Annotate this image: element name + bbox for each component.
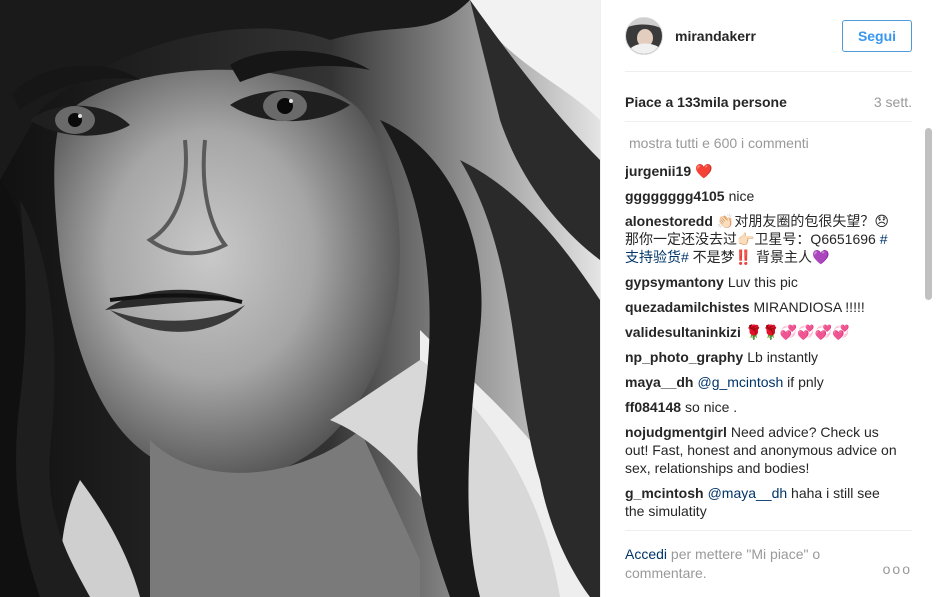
comment-item: quezadamilchistes MIRANDIOSA !!!!! — [625, 294, 916, 319]
post-photo[interactable] — [0, 0, 600, 597]
comment-text: 🌹🌹💞💞💞💞 — [744, 323, 850, 340]
comment-mention[interactable]: @maya__dh — [708, 485, 788, 501]
comment-username[interactable]: np_photo_graphy — [625, 349, 743, 365]
comment-username[interactable]: gypsymantony — [625, 274, 724, 290]
portrait-illustration — [0, 0, 600, 597]
post-panel: mirandakerr Segui Piace a 133mila person… — [600, 0, 936, 597]
comment-item: alonestoredd 👏🏻对朋友圈的包很失望？😞 那你一定还没去过👉🏻卫星号：… — [625, 208, 916, 269]
comment-text: ❤️ — [695, 162, 713, 179]
username[interactable]: mirandakerr — [675, 28, 842, 44]
comment-item: np_photo_graphy Lb instantly — [625, 344, 916, 369]
comment-text: nice — [728, 187, 755, 204]
comment-username[interactable]: g_mcintosh — [625, 485, 704, 501]
comment-username[interactable]: ff084148 — [625, 399, 681, 415]
avatar[interactable] — [625, 16, 663, 55]
comments-scrollbar[interactable] — [925, 128, 932, 300]
comment-username[interactable]: jurgenii19 — [625, 163, 691, 179]
comment-item: maya__dh @g_mcintosh if pnly — [625, 369, 916, 394]
likes-count[interactable]: Piace a 133mila persone — [625, 94, 787, 110]
post-time[interactable]: 3 sett. — [874, 94, 912, 110]
comment-username[interactable]: validesultaninkizi — [625, 324, 741, 340]
login-prompt: Accedi per mettere "Mi piace" o commenta… — [625, 545, 865, 583]
comment-username[interactable]: gggggggg4105 — [625, 188, 725, 204]
comment-mention[interactable]: @g_mcintosh — [697, 374, 783, 390]
comment-list: mostra tutti e 600 i commenti jurgenii19… — [625, 128, 916, 528]
more-options-button[interactable]: ooo — [883, 561, 912, 577]
follow-button[interactable]: Segui — [842, 19, 912, 52]
likes-row: Piace a 133mila persone 3 sett. — [625, 82, 912, 122]
post-header: mirandakerr Segui — [625, 0, 912, 72]
comment-item: gggggggg4105 nice — [625, 183, 916, 208]
comment-username[interactable]: nojudgmentgirl — [625, 424, 727, 440]
comment-text: MIRANDIOSA !!!!! — [753, 298, 865, 315]
avatar-image — [626, 17, 662, 54]
comment-item: validesultaninkizi 🌹🌹💞💞💞💞 — [625, 319, 916, 344]
comment-text: Luv this pic — [727, 273, 798, 290]
comment-username[interactable]: maya__dh — [625, 374, 693, 390]
comment-text: so nice . — [685, 398, 738, 415]
comment-text: if pnly — [783, 373, 824, 390]
comment-text: Lb instantly — [747, 348, 819, 365]
comment-item: gypsymantony Luv this pic — [625, 269, 916, 294]
view-all-comments-link[interactable]: mostra tutti e 600 i commenti — [625, 134, 916, 152]
comment-item: jurgenii19 ❤️ — [625, 158, 916, 183]
comment-item: ff084148 so nice . — [625, 394, 916, 419]
comment-username[interactable]: quezadamilchistes — [625, 299, 750, 315]
login-link[interactable]: Accedi — [625, 546, 667, 562]
post-footer: Accedi per mettere "Mi piace" o commenta… — [625, 530, 912, 597]
comment-item: nojudgmentgirl Need advice? Check us out!… — [625, 419, 916, 480]
comment-text-continued: 不是梦‼️ 背景主人💜 — [688, 248, 830, 265]
comment-item: g_mcintosh @maya__dh haha i still see the… — [625, 480, 916, 523]
post-view: mirandakerr Segui Piace a 133mila person… — [0, 0, 936, 597]
comment-username[interactable]: alonestoredd — [625, 213, 713, 229]
